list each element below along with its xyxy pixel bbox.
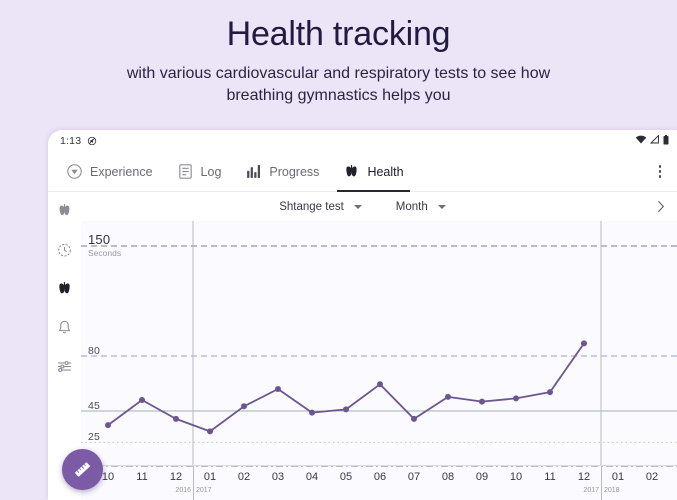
chevron-right-icon [657, 201, 664, 212]
promo-subtitle-line-1: with various cardiovascular and respirat… [126, 65, 551, 83]
tab-health[interactable]: Health [331, 152, 415, 192]
x-tick-label: 08 [441, 471, 455, 483]
data-point[interactable] [445, 393, 451, 400]
data-point[interactable] [105, 422, 111, 429]
x-tick-label: 12 [169, 471, 183, 483]
x-tick-label: 09 [475, 471, 489, 483]
next-period-button[interactable] [643, 192, 677, 221]
x-axis-year-label-left: 2017 [583, 487, 599, 494]
chevron-down-icon [353, 204, 362, 209]
tab-log[interactable]: Log [165, 152, 234, 192]
heart-lungs-icon[interactable] [56, 280, 73, 297]
compass-icon [66, 163, 83, 180]
data-point[interactable] [479, 398, 485, 405]
tab-log-label: Log [200, 164, 222, 179]
tab-health-label: Health [367, 164, 404, 179]
x-tick-label: 10 [509, 471, 523, 483]
list-icon [177, 163, 194, 180]
kebab-dot-1 [658, 165, 661, 168]
tab-experience-label: Experience [90, 164, 153, 179]
y-tick-label-25: 25 [88, 431, 101, 444]
tab-experience[interactable]: Experience [54, 152, 165, 192]
x-tick-label: 12 [577, 471, 591, 483]
period-value: Month [395, 200, 428, 213]
chevron-down-icon [437, 204, 446, 209]
sliders-icon[interactable] [56, 358, 73, 375]
x-axis-year-divider [601, 466, 602, 500]
status-bar-left: 1:13 [60, 135, 97, 147]
chart-svg [81, 221, 677, 467]
promo-header: Health tracking with various cardiovascu… [0, 0, 677, 130]
top-navigation-tabs[interactable]: Experience Log Progress Health [48, 152, 677, 192]
x-tick-label: 04 [305, 471, 319, 483]
ruler-icon [75, 462, 90, 477]
data-point[interactable] [581, 340, 587, 347]
data-point[interactable] [275, 386, 281, 392]
x-axis-year-label-right: 2018 [604, 487, 620, 494]
x-tick-label: 01 [611, 471, 625, 483]
bar-chart-icon [245, 163, 262, 180]
series-line-0 [107, 342, 585, 433]
promo-subtitle-line-2: breathing gymnastics helps you [226, 86, 451, 104]
health-chart[interactable]: 150Seconds 80 45 25 10 10 11 12 01 02 03 04 05 06 07 0… [81, 221, 677, 500]
x-tick-label: 10 [101, 471, 115, 483]
tab-progress-label: Progress [269, 164, 320, 179]
x-axis-year-divider [193, 466, 194, 500]
kebab-dot-3 [658, 175, 661, 178]
y-tick-label-45: 45 [88, 400, 101, 412]
test-type-value: Shtange test [279, 200, 344, 213]
x-tick-label: 01 [203, 471, 217, 483]
period-dropdown[interactable]: Month [396, 201, 446, 213]
x-tick-label: 05 [339, 471, 353, 483]
promo-subtitle: with various cardiovascular and respirat… [0, 53, 677, 106]
y-tick-label-80: 80 [88, 345, 101, 357]
data-point[interactable] [343, 406, 349, 413]
lungs-icon[interactable] [56, 202, 73, 219]
x-tick-label: 11 [544, 471, 556, 483]
x-tick-label: 11 [136, 471, 148, 483]
mute-icon [87, 136, 97, 146]
x-tick-label: 07 [407, 471, 421, 483]
data-point[interactable] [411, 415, 417, 422]
data-point[interactable] [241, 403, 247, 410]
x-axis-year-label-right: 2017 [196, 487, 212, 494]
chart-filter-bar: Shtange test Month [48, 192, 677, 221]
data-point[interactable] [173, 415, 179, 422]
x-tick-label: 02 [645, 471, 659, 483]
data-point[interactable] [139, 397, 145, 403]
status-time: 1:13 [60, 135, 82, 147]
wifi-icon [635, 135, 647, 147]
stopwatch-icon[interactable] [56, 241, 73, 258]
battery-icon [663, 134, 669, 148]
y-axis-unit-label: Seconds [88, 248, 122, 258]
kebab-dot-2 [658, 170, 661, 173]
data-point[interactable] [377, 381, 383, 388]
data-point[interactable] [207, 428, 213, 435]
data-point[interactable] [309, 409, 315, 416]
y-tick-label-150: 150 [88, 232, 111, 247]
data-point[interactable] [547, 389, 553, 396]
test-type-dropdown[interactable]: Shtange test [279, 201, 362, 213]
bell-icon[interactable] [56, 319, 73, 336]
status-bar: 1:13 [48, 130, 677, 152]
x-tick-label: 03 [271, 471, 285, 483]
promo-title: Health tracking [226, 15, 451, 53]
tab-progress[interactable]: Progress [233, 152, 331, 192]
filter-dropdowns: Shtange test Month [82, 201, 643, 213]
chart-plot-area [81, 221, 677, 500]
signal-icon [649, 134, 660, 147]
kebab-menu-icon[interactable] [653, 159, 668, 184]
x-tick-label: 06 [373, 471, 387, 483]
x-tick-label: 02 [237, 471, 251, 483]
x-axis: 10 11 12 01 02 03 04 05 06 07 08 09 10 11 12 01 02 2016 20… [81, 465, 677, 500]
x-axis-year-label-left: 2016 [175, 487, 191, 494]
device-screenshot: 1:13 Experience Log Progress Health Shta… [48, 130, 677, 500]
data-point[interactable] [513, 395, 519, 402]
lungs-icon [343, 163, 360, 180]
measure-fab-button[interactable] [62, 449, 103, 490]
status-bar-right [635, 134, 669, 148]
